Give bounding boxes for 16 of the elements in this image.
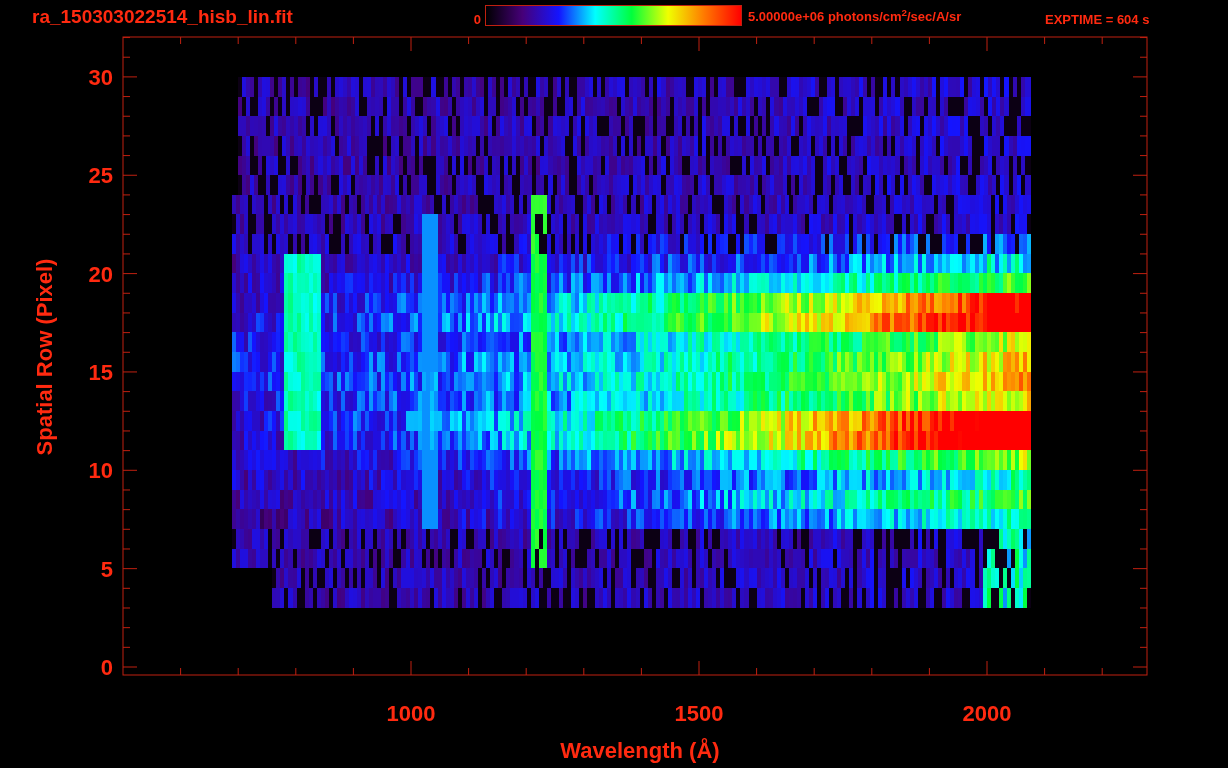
y-tick-label: 15 <box>88 359 113 385</box>
y-axis-label: Spatial Row (Pixel) <box>32 258 57 456</box>
x-tick-label: 1000 <box>386 701 436 726</box>
x-axis-label: Wavelength (Å) <box>560 738 720 763</box>
colorbar-min-label: 0 <box>473 12 481 27</box>
y-tick-label: 0 <box>100 655 113 680</box>
y-tick-label: 25 <box>88 163 113 189</box>
plot-title: ra_150303022514_hisb_lin.fit <box>32 6 293 27</box>
y-tick-label: 5 <box>100 556 113 582</box>
x-tick-label: 1500 <box>674 701 724 726</box>
colorbar-max-label: 5.00000e+06 photons/cm$^{2}$/sec/A/sr <box>748 9 962 25</box>
exposure-time: EXPTIME = 604 s <box>1045 12 1150 27</box>
y-tick-label: 10 <box>88 458 113 484</box>
x-tick-label: 2000 <box>962 701 1012 726</box>
y-tick-label: 30 <box>88 64 113 90</box>
y-tick-label: 20 <box>88 261 113 287</box>
